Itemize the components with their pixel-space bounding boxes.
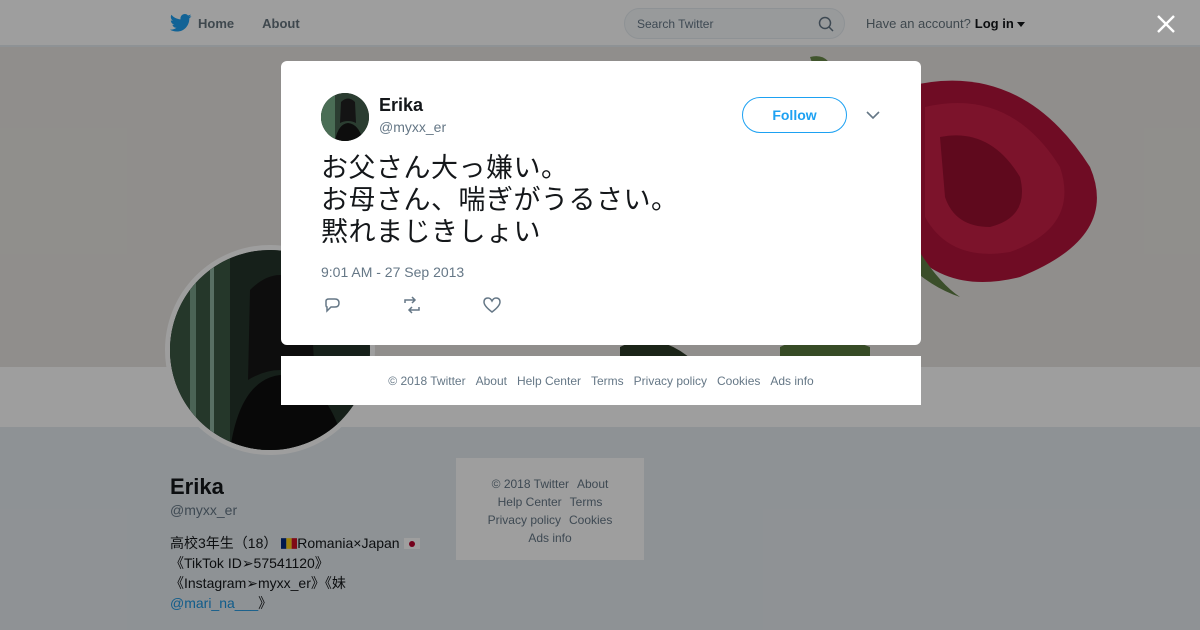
footer-help-link[interactable]: Help Center xyxy=(517,374,581,388)
tweet-timestamp[interactable]: 9:01 AM - 27 Sep 2013 xyxy=(321,264,464,280)
tweet-modal: Erika @myxx_er Follow お父さん大っ嫌い。 お母さん、喘ぎが… xyxy=(281,61,921,345)
retweet-button[interactable] xyxy=(401,295,481,315)
tweet-text-line: 黙れまじきしょい xyxy=(321,217,541,248)
tweet-text-line: お母さん、喘ぎがうるさい。 xyxy=(321,185,679,216)
tweet-author-avatar[interactable] xyxy=(321,93,369,141)
footer-about-link[interactable]: About xyxy=(476,374,507,388)
reply-button[interactable] xyxy=(321,295,401,315)
footer-copyright: © 2018 Twitter xyxy=(388,373,466,388)
tweet-text: お父さん大っ嫌い。 お母さん、喘ぎがうるさい。 黙れまじきしょい xyxy=(321,153,679,249)
footer-privacy-link[interactable]: Privacy policy xyxy=(634,374,707,388)
tweet-text-line: お父さん大っ嫌い。 xyxy=(321,153,569,184)
retweet-icon xyxy=(404,296,420,314)
tweet-actions xyxy=(321,295,561,315)
modal-footer: © 2018 Twitter About Help Center Terms P… xyxy=(281,356,921,405)
follow-button[interactable]: Follow xyxy=(742,97,847,133)
close-icon[interactable] xyxy=(1154,12,1178,36)
footer-ads-link[interactable]: Ads info xyxy=(770,374,813,388)
author-photo xyxy=(321,93,369,141)
reply-icon xyxy=(325,298,340,313)
footer-terms-link[interactable]: Terms xyxy=(591,374,624,388)
chevron-down-icon[interactable] xyxy=(865,109,881,121)
tweet-author-name[interactable]: Erika xyxy=(379,95,423,116)
heart-icon xyxy=(483,297,501,313)
footer-cookies-link[interactable]: Cookies xyxy=(717,374,760,388)
tweet-author-handle[interactable]: @myxx_er xyxy=(379,119,446,135)
like-button[interactable] xyxy=(481,295,561,315)
